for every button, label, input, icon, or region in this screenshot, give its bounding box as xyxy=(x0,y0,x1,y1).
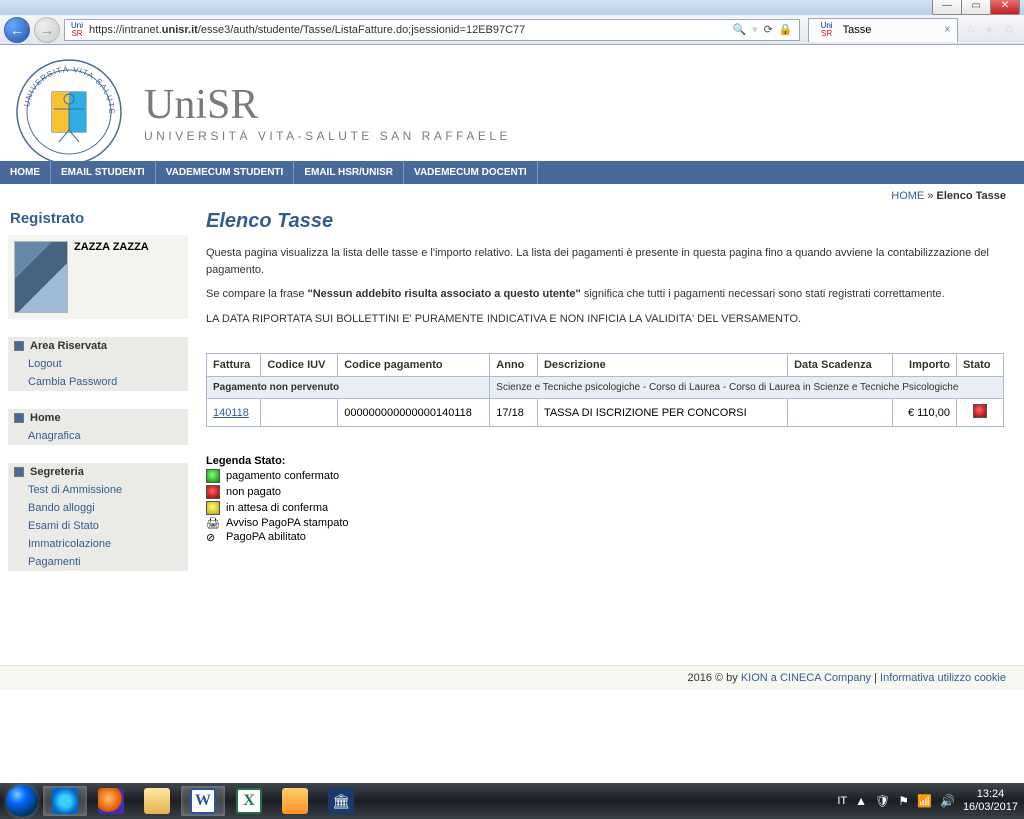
sidebar: Registrato ZAZZA ZAZZA Area Riservata Lo… xyxy=(8,206,188,571)
intro-text-1: Questa pagina visualizza la lista delle … xyxy=(206,245,1004,278)
brand-title: UniSR xyxy=(144,81,511,129)
sidebar-section-home[interactable]: Home xyxy=(8,409,188,427)
pagopa-icon: ⊘ xyxy=(206,531,220,543)
tray-shield-icon[interactable]: 🛡 xyxy=(875,794,890,808)
legend: Legenda Stato: pagamento confermato non … xyxy=(206,455,1004,543)
home-icon[interactable]: ⌂ xyxy=(968,23,975,36)
tray-network-icon[interactable]: 📶 xyxy=(917,794,932,808)
start-button[interactable] xyxy=(2,783,42,819)
window-titlebar: — ▭ ✕ xyxy=(0,0,1024,15)
taskbar-outlook[interactable] xyxy=(273,786,317,816)
sidebar-section-segreteria[interactable]: Segreteria xyxy=(8,463,188,481)
printer-icon: 🖨 xyxy=(206,517,220,529)
nav-home[interactable]: HOME xyxy=(0,161,51,184)
search-icon[interactable]: 🔍 xyxy=(732,23,746,36)
nav-vademecum-docenti[interactable]: VADEMECUM DOCENTI xyxy=(404,161,538,184)
browser-tab[interactable]: UniSR Tasse × xyxy=(808,18,958,42)
col-codice-pagamento: Codice pagamento xyxy=(338,354,490,377)
breadcrumb: HOME » Elenco Tasse xyxy=(0,184,1024,202)
footer: 2016 © by KION a CINECA Company | Inform… xyxy=(0,665,1024,690)
sidebar-section-area-riservata[interactable]: Area Riservata xyxy=(8,337,188,355)
user-box: ZAZZA ZAZZA xyxy=(8,235,188,319)
user-status: Registrato xyxy=(8,206,188,235)
status-confirmed-icon xyxy=(206,469,220,483)
sidebar-bando-alloggi[interactable]: Bando alloggi xyxy=(8,499,188,517)
taskbar-firefox[interactable] xyxy=(89,786,133,816)
col-anno: Anno xyxy=(490,354,538,377)
tray-language[interactable]: IT xyxy=(837,795,847,807)
table-row: 140118 000000000000000140118 17/18 TASSA… xyxy=(207,399,1004,427)
col-stato: Stato xyxy=(956,354,1003,377)
sidebar-logout[interactable]: Logout xyxy=(8,355,188,373)
site-header: UNIVERSITÀ VITA-SALUTE SAN UniSR UNIVERS… xyxy=(0,45,1024,167)
sidebar-esami-stato[interactable]: Esami di Stato xyxy=(8,517,188,535)
refresh-icon[interactable]: ⟳ xyxy=(764,23,773,36)
avatar xyxy=(14,241,68,313)
tray-volume-icon[interactable]: 🔊 xyxy=(940,794,955,808)
legend-title: Legenda Stato: xyxy=(206,455,1004,467)
top-navigation: HOME EMAIL STUDENTI VADEMECUM STUDENTI E… xyxy=(0,161,1024,184)
nav-back[interactable]: ← xyxy=(4,17,30,43)
footer-kion-link[interactable]: KION a CINECA Company xyxy=(741,672,871,684)
tab-title: Tasse xyxy=(843,24,872,36)
status-unpaid-icon xyxy=(206,485,220,499)
university-logo: UNIVERSITÀ VITA-SALUTE SAN xyxy=(14,57,124,167)
tray-flag-icon[interactable]: ⚑ xyxy=(898,794,909,808)
favicon-icon: UniSR xyxy=(69,22,85,38)
tools-icon[interactable]: ⚙ xyxy=(1004,23,1014,36)
sidebar-anagrafica[interactable]: Anagrafica xyxy=(8,427,188,445)
status-unpaid-icon xyxy=(973,404,987,418)
page-title: Elenco Tasse xyxy=(206,210,1004,233)
main-content: Elenco Tasse Questa pagina visualizza la… xyxy=(188,206,1016,571)
address-bar[interactable]: UniSR https://intranet.unisr.it/esse3/au… xyxy=(64,19,800,41)
browser-toolbar: ← → UniSR https://intranet.unisr.it/esse… xyxy=(0,15,1024,45)
taskbar-ie[interactable] xyxy=(43,786,87,816)
sidebar-cambia-password[interactable]: Cambia Password xyxy=(8,373,188,391)
col-fattura: Fattura xyxy=(207,354,261,377)
nav-email-studenti[interactable]: EMAIL STUDENTI xyxy=(51,161,156,184)
tray-clock[interactable]: 13:24 16/03/2017 xyxy=(963,788,1018,814)
tab-close-icon[interactable]: × xyxy=(944,24,950,36)
breadcrumb-home[interactable]: HOME xyxy=(891,190,924,202)
brand-subtitle: UNIVERSITÀ VITA-SALUTE SAN RAFFAELE xyxy=(144,129,511,143)
table-group-header: Pagamento non pervenuto Scienze e Tecnic… xyxy=(207,377,1004,399)
taskbar-excel[interactable]: X xyxy=(227,786,271,816)
sidebar-pagamenti[interactable]: Pagamenti xyxy=(8,553,188,571)
sidebar-test-ammissione[interactable]: Test di Ammissione xyxy=(8,481,188,499)
intro-text-2: Se compare la frase "Nessun addebito ris… xyxy=(206,286,1004,303)
invoice-link[interactable]: 140118 xyxy=(213,407,249,419)
favicon-icon: UniSR xyxy=(819,22,835,38)
window-close[interactable]: ✕ xyxy=(990,0,1020,15)
url-text: https://intranet.unisr.it/esse3/auth/stu… xyxy=(89,24,726,36)
lock-icon: 🔒 xyxy=(779,23,793,36)
taskbar-explorer[interactable] xyxy=(135,786,179,816)
window-maximize[interactable]: ▭ xyxy=(961,0,991,15)
intro-text-3: LA DATA RIPORTATA SUI BOLLETTINI E' PURA… xyxy=(206,311,1004,328)
taskbar-word[interactable]: W xyxy=(181,786,225,816)
col-scadenza: Data Scadenza xyxy=(788,354,893,377)
taskbar-app[interactable]: 🏛 xyxy=(319,786,363,816)
window-minimize[interactable]: — xyxy=(932,0,962,15)
col-iuv: Codice IUV xyxy=(261,354,338,377)
col-importo: Importo xyxy=(893,354,957,377)
windows-taskbar: W X 🏛 IT ▲ 🛡 ⚑ 📶 🔊 13:24 16/03/2017 xyxy=(0,783,1024,819)
nav-vademecum-studenti[interactable]: VADEMECUM STUDENTI xyxy=(156,161,295,184)
fees-table: Fattura Codice IUV Codice pagamento Anno… xyxy=(206,353,1004,427)
tray-up-icon[interactable]: ▲ xyxy=(855,794,867,808)
user-name: ZAZZA ZAZZA xyxy=(74,241,149,313)
nav-forward[interactable]: → xyxy=(34,17,60,43)
col-descrizione: Descrizione xyxy=(537,354,787,377)
footer-cookie-link[interactable]: Informativa utilizzo cookie xyxy=(880,672,1006,684)
system-tray: IT ▲ 🛡 ⚑ 📶 🔊 13:24 16/03/2017 xyxy=(837,788,1022,814)
status-pending-icon xyxy=(206,501,220,515)
favorites-icon[interactable]: ★ xyxy=(984,23,994,36)
nav-email-hsr[interactable]: EMAIL HSR/UNISR xyxy=(294,161,404,184)
sidebar-immatricolazione[interactable]: Immatricolazione xyxy=(8,535,188,553)
breadcrumb-current: Elenco Tasse xyxy=(937,190,1007,202)
